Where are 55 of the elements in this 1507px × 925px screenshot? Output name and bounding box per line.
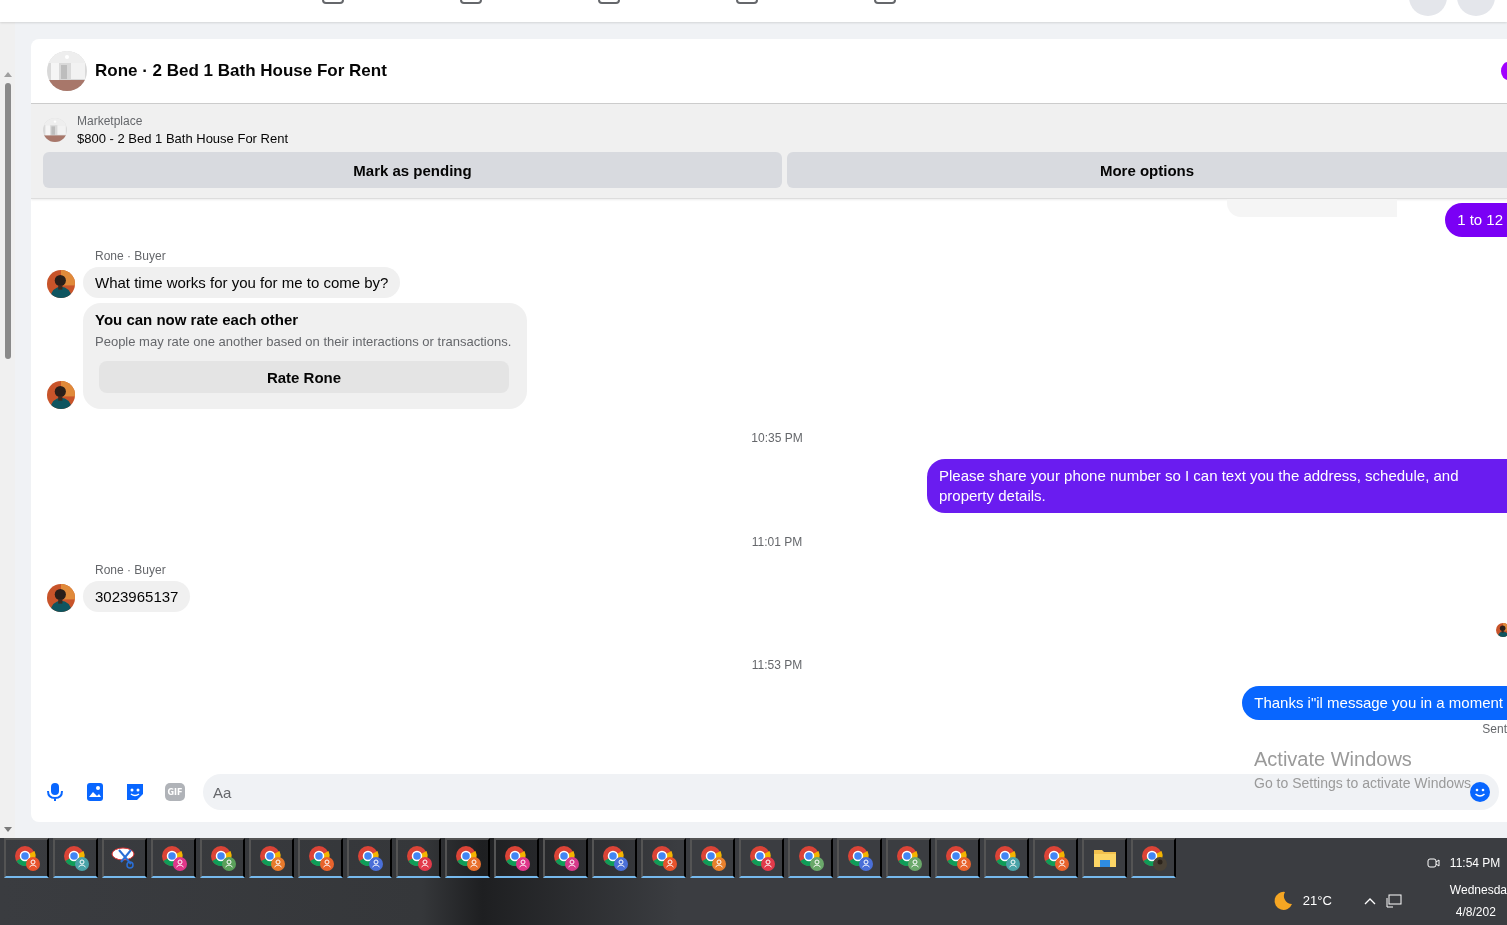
clock-date[interactable]: 4/8/202: [1455, 900, 1507, 923]
taskbar-app[interactable]: [984, 838, 1029, 878]
taskbar-app[interactable]: [935, 838, 980, 878]
message-bubble: What time works for you for me to come by?: [83, 267, 401, 298]
taskbar-app[interactable]: [788, 838, 833, 878]
card-title: You can now rate each other: [95, 311, 300, 328]
taskbar-app[interactable]: [543, 838, 588, 878]
watermark-text: Go to Settings to activate Windows: [1254, 775, 1472, 791]
message-bubble: Thanks i"il message you in a moment: [1242, 686, 1507, 720]
taskbar-app[interactable]: [347, 838, 392, 878]
timestamp: 11:01 PM: [751, 535, 803, 549]
meeting-icon[interactable]: [1425, 856, 1440, 871]
sender-label: Rone · Buyer: [95, 249, 167, 263]
conversation-title: Rone · 2 Bed 1 Bath House For Rent: [95, 61, 387, 81]
taskbar-app[interactable]: [592, 838, 637, 878]
taskbar-app[interactable]: [53, 838, 98, 878]
taskbar-app[interactable]: [102, 838, 147, 878]
taskbar-app[interactable]: [1033, 838, 1078, 878]
taskbar-app[interactable]: [151, 838, 196, 878]
listing-title: $800 - 2 Bed 1 Bath House For Rent: [77, 131, 288, 146]
taskbar-app[interactable]: [1131, 838, 1176, 878]
taskbar-app[interactable]: [1082, 838, 1127, 878]
clock-time[interactable]: 11:54 PM: [1449, 852, 1507, 875]
card-text: People may rate one another based on their interactions or transactions.: [95, 334, 512, 349]
browser-icon: [1139, 844, 1168, 872]
taskbar-app[interactable]: [837, 838, 882, 878]
taskbar-app[interactable]: [200, 838, 245, 878]
rate-button[interactable]: Rate Rone: [99, 361, 509, 393]
sender-label: Rone · Buyer: [95, 563, 167, 577]
clock-day[interactable]: Wednesda: [1449, 878, 1507, 901]
taskbar-app[interactable]: [298, 838, 343, 878]
taskbar-app[interactable]: [4, 838, 49, 878]
listing-action-button[interactable]: Mark as pending: [43, 152, 782, 188]
taskbar-app[interactable]: [739, 838, 784, 878]
timestamp: 11:53 PM: [751, 658, 803, 672]
folder-icon: [1092, 847, 1117, 869]
listing-action-button[interactable]: More options: [787, 152, 1507, 188]
taskbar-app[interactable]: [690, 838, 735, 878]
listing-source: Marketplace: [77, 114, 144, 128]
taskbar-app[interactable]: [249, 838, 294, 878]
taskbar-app[interactable]: [445, 838, 490, 878]
emoji-icon[interactable]: [1469, 781, 1491, 803]
delivery-status: Sent: [1482, 722, 1507, 736]
taskbar-app[interactable]: [494, 838, 539, 878]
taskbar-app[interactable]: [886, 838, 931, 878]
chevron-up-icon[interactable]: [1363, 896, 1376, 905]
message-bubble: Please share your phone number so I can text you the address, schedule, and property details.: [927, 459, 1507, 513]
timestamp: 10:35 PM: [751, 431, 803, 445]
watermark-title: Activate Windows: [1254, 748, 1413, 771]
message-bubble: 1 to 12: [1445, 203, 1507, 237]
network-icon[interactable]: [1385, 893, 1402, 908]
weather-temperature[interactable]: 21°C: [1302, 893, 1332, 909]
taskbar-app[interactable]: [396, 838, 441, 878]
taskbar-app[interactable]: [641, 838, 686, 878]
message-bubble: 3023965137: [83, 581, 191, 612]
